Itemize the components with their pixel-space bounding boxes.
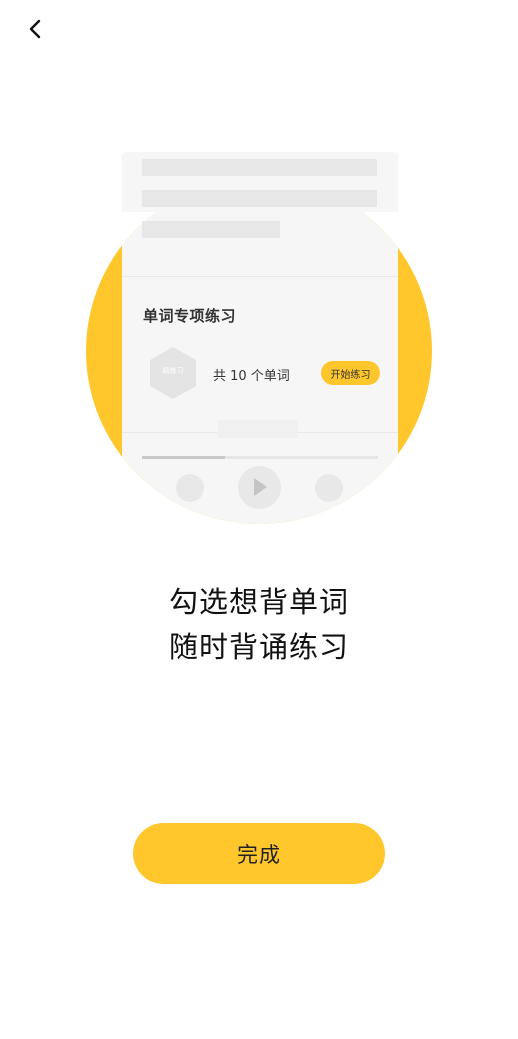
caption-line-1: 勾选想背单词 bbox=[168, 585, 349, 619]
onboarding-caption: 勾选想背单词 随时背诵练习 bbox=[0, 580, 518, 670]
done-button[interactable]: 完成 bbox=[133, 823, 385, 884]
faded-placeholder bbox=[218, 420, 298, 438]
start-practice-button: 开始练习 bbox=[321, 361, 380, 385]
onboarding-illustration: 单词专项练习 精练习 共 10 个单词 开始练习 bbox=[0, 0, 518, 560]
word-count-text: 共 10 个单词 bbox=[213, 369, 290, 384]
progress-fill bbox=[142, 456, 225, 459]
previous-control-icon bbox=[176, 474, 204, 502]
play-icon bbox=[254, 478, 267, 496]
caption-line-2: 随时背诵练习 bbox=[168, 630, 349, 664]
card-title: 单词专项练习 bbox=[143, 307, 237, 325]
card-divider bbox=[122, 276, 398, 277]
placeholder-line bbox=[142, 159, 377, 176]
placeholder-line bbox=[142, 221, 280, 238]
next-control-icon bbox=[315, 474, 343, 502]
hex-badge-text: 精练习 bbox=[162, 367, 184, 375]
placeholder-line bbox=[142, 190, 377, 207]
progress-bar bbox=[142, 456, 378, 459]
